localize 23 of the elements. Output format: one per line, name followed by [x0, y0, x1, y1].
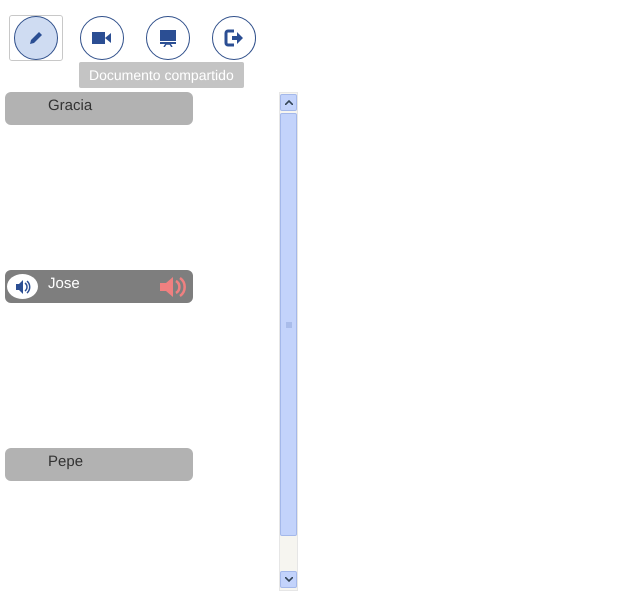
participant-row[interactable]: Pepe: [5, 448, 193, 481]
speaker-icon: [159, 276, 187, 298]
participant-row[interactable]: Jose: [5, 270, 193, 303]
scroll-down-button[interactable]: [280, 571, 297, 588]
toolbar-button[interactable]: [14, 16, 58, 60]
participant-row[interactable]: Gracia: [5, 92, 193, 125]
scroll-up-button[interactable]: [280, 94, 297, 111]
caret-up-icon: [284, 100, 292, 105]
participant-name: Gracia: [48, 97, 94, 114]
scrollbar[interactable]: [279, 92, 298, 591]
caret-down-icon: [284, 577, 292, 582]
scroll-thumb[interactable]: [280, 113, 297, 536]
exit-icon: [224, 29, 244, 47]
pencil-icon: [28, 30, 44, 46]
toolbar-button[interactable]: [146, 16, 190, 60]
toolbar-button[interactable]: [80, 16, 124, 60]
toolbar-button[interactable]: [212, 16, 256, 60]
participant-name: Pepe: [48, 453, 84, 470]
speaker-badge: [7, 274, 38, 299]
tooltip: Documento compartido: [79, 62, 244, 88]
participant-name: Jose: [48, 275, 81, 292]
video-camera-icon: [92, 31, 112, 45]
monitor-icon: [159, 29, 177, 47]
